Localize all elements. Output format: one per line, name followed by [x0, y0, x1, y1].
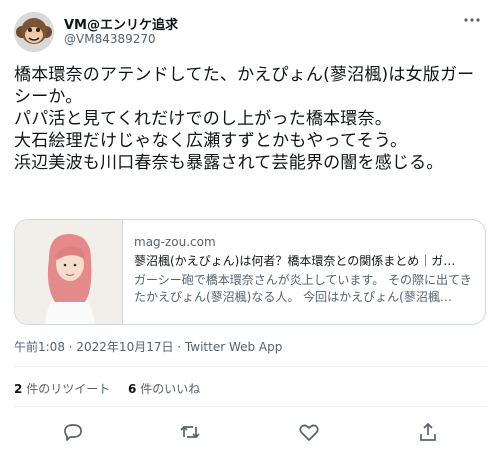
retweets-count: 2: [14, 382, 23, 396]
avatar[interactable]: [14, 12, 54, 52]
like-icon[interactable]: [297, 420, 321, 444]
card-domain: mag-zou.com: [134, 235, 216, 249]
tweet-actions: [14, 418, 486, 446]
share-icon[interactable]: [416, 420, 440, 444]
card-thumbnail: [15, 220, 123, 324]
tweet-header: VM@エンリケ追求 @VM84389270: [14, 10, 486, 52]
card-title[interactable]: 蓼沼楓(かえぴょん)は何者？橋本環奈との関係まとめ｜ガ…: [134, 253, 474, 270]
divider: [14, 406, 486, 407]
link-card[interactable]: mag-zou.com 蓼沼楓(かえぴょん)は何者？橋本環奈との関係まとめ｜ガ……: [14, 219, 486, 325]
likes-label: 件のいいね: [140, 382, 201, 396]
retweets-label: 件のリツイート: [26, 382, 111, 396]
tweet-timestamp[interactable]: 午前1:08 · 2022年10月17日 · Twitter Web App: [14, 338, 282, 355]
reply-icon[interactable]: [61, 420, 85, 444]
more-icon[interactable]: [460, 10, 484, 30]
display-name[interactable]: VM@エンリケ追求: [64, 14, 178, 33]
tweet-text: 橋本環奈のアテンドしてた、かえぴょん(蓼沼楓)は女版ガーシーか。 パパ活と見てく…: [14, 65, 475, 173]
divider: [14, 366, 486, 367]
retweets-stat[interactable]: 2 件のリツイート: [14, 382, 110, 396]
user-handle[interactable]: @VM84389270: [64, 32, 156, 46]
card-body: mag-zou.com 蓼沼楓(かえぴょん)は何者？橋本環奈との関係まとめ｜ガ……: [134, 234, 474, 306]
likes-count: 6: [128, 382, 137, 396]
likes-stat[interactable]: 6 件のいいね: [128, 382, 200, 396]
engagement-stats: 2 件のリツイート 6 件のいいね: [14, 380, 214, 397]
retweet-icon[interactable]: [178, 420, 202, 444]
card-description: ガーシー砲で橋本環奈さんが炎上しています。 その際に出てきたかえぴょん(蓼沼楓)…: [134, 273, 472, 304]
